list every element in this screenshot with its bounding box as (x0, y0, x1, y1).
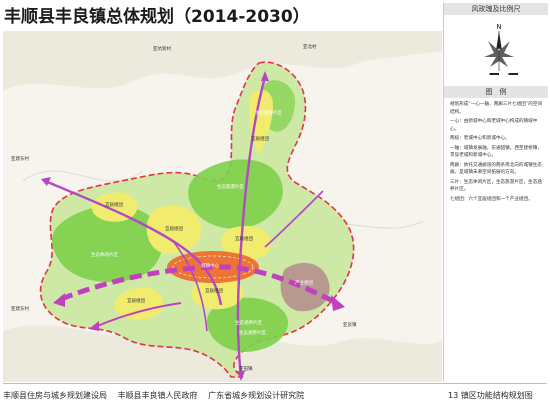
place-label-west-lower: 亚建东村 (11, 307, 29, 312)
cluster-label-4: 宜居组团 (127, 299, 145, 304)
compass-title: 风玫瑰及比例尺 (444, 3, 548, 15)
cluster-label-2: 宜居组团 (105, 203, 123, 208)
planning-map[interactable]: 亚坑新村 亚北村 亚建东村 亚建东村 亚田镇 亚良镇 生态休闲片区 生态旅游片区… (3, 31, 442, 382)
zone-label-conservation: 生态涵养片区 (235, 321, 262, 326)
legend-paragraph: 七组团：六个宜居组团和一个产业组团。 (450, 196, 533, 202)
cluster-label-6: 宜居组团 (251, 137, 269, 142)
scale-bar-segment (499, 73, 509, 75)
zone-label-tourism-north: 生态旅游片区 (255, 111, 282, 116)
legend-paragraph: 规划形成“一心一轴、两廊三片七组团”的空间结构。 (450, 102, 543, 115)
north-label: N (496, 23, 501, 31)
legend-paragraph: 两核：老城中心和新城中心。 (450, 136, 510, 141)
legend-description: 规划形成“一心一轴、两廊三片七组团”的空间结构。 一心：由新城中心和老城中心构成… (450, 101, 544, 205)
zone-label-industry: 产业组团 (295, 281, 313, 286)
cluster-industry (280, 262, 330, 312)
legend-paragraph: 三片：生态休闲片区，生态旅游片区，生态涵养片区。 (450, 179, 542, 193)
zone-label-conservation-south: 生态涵养片区 (239, 331, 266, 336)
zone-label-center: 城镇中心 (201, 264, 219, 269)
cluster-label-5: 宜居组团 (205, 289, 223, 294)
place-label-south: 亚田镇 (239, 367, 253, 372)
cluster-label-1: 宜居组团 (165, 227, 183, 232)
footer-divider (3, 383, 547, 384)
place-label-ne: 亚北村 (303, 45, 317, 50)
wind-rose-icon: N (480, 23, 518, 75)
legend-paragraph: 两廊：依托交通廊道的两条南北向的城镇生态廊，是城镇未来空间拓展的方向。 (450, 162, 542, 176)
cluster-label-3: 宜居组团 (235, 237, 253, 242)
legend-paragraph: 一轴：城镇发展轴，东通韶镇，西至建桥镇，贯穿老城和新城中心。 (450, 145, 542, 159)
page-title: 丰顺县丰良镇总体规划（2014-2030） (4, 7, 310, 27)
place-label-west-upper: 亚建东村 (11, 157, 29, 162)
zone-label-leisure-west: 生态休闲片区 (91, 253, 118, 258)
footer-orgs: 丰顺县住房与城乡规划建设局 丰顺县丰良镇人民政府 广东省城乡规划设计研究院 (3, 386, 442, 406)
footer-org-3: 广东省城乡规划设计研究院 (208, 391, 305, 400)
sidebar-panel: 风玫瑰及比例尺 N 图 例 规划形成“一心一轴、两廊三片七组团”的空间结构。 一… (443, 3, 548, 381)
scale-bar-segment (480, 73, 490, 75)
legend-paragraph: 一心：由新城中心和老城中心构成的镇域中心。 (450, 119, 538, 132)
footer-org-2: 丰顺县丰良镇人民政府 (117, 391, 198, 400)
legend-title: 图 例 (444, 86, 548, 98)
footer-org-1: 丰顺县住房与城乡规划建设局 (3, 391, 107, 400)
map-canvas (3, 31, 442, 382)
place-label-east: 亚良镇 (343, 323, 357, 328)
zone-label-tourism: 生态旅游片区 (217, 185, 244, 190)
place-label-xinheng: 亚坑新村 (153, 47, 171, 52)
sheet-title: 13 镇区功能结构规划图 (448, 391, 533, 400)
